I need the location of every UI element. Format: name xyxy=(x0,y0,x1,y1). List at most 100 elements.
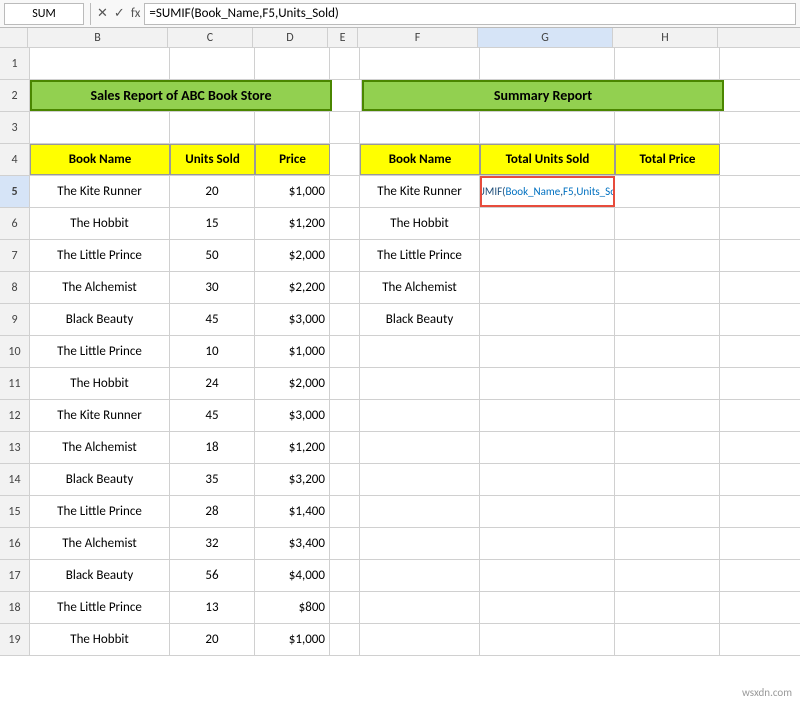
cell-b7[interactable]: The Little Prince xyxy=(30,240,170,271)
cell-b3[interactable] xyxy=(30,112,170,143)
cell-e18[interactable] xyxy=(330,592,360,623)
cell-b12[interactable]: The Kite Runner xyxy=(30,400,170,431)
cell-e15[interactable] xyxy=(330,496,360,527)
col-header-h[interactable]: H xyxy=(613,28,718,47)
cell-b5[interactable]: The Kite Runner xyxy=(30,176,170,207)
cell-b6[interactable]: The Hobbit xyxy=(30,208,170,239)
cell-h16[interactable] xyxy=(615,528,720,559)
cell-d12[interactable]: $3,000 xyxy=(255,400,330,431)
cell-c10[interactable]: 10 xyxy=(170,336,255,367)
cell-h14[interactable] xyxy=(615,464,720,495)
cell-h17[interactable] xyxy=(615,560,720,591)
cell-h7[interactable] xyxy=(615,240,720,271)
cell-f14[interactable] xyxy=(360,464,480,495)
cell-b17[interactable]: Black Beauty xyxy=(30,560,170,591)
cell-b16[interactable]: The Alchemist xyxy=(30,528,170,559)
cell-b15[interactable]: The Little Prince xyxy=(30,496,170,527)
cell-d6[interactable]: $1,200 xyxy=(255,208,330,239)
cell-c14[interactable]: 35 xyxy=(170,464,255,495)
cell-g1[interactable] xyxy=(480,48,615,79)
cell-g5[interactable]: =SUMIF(Book_Name,F5,Units_Sold) xyxy=(480,176,615,207)
cell-d10[interactable]: $1,000 xyxy=(255,336,330,367)
cell-c18[interactable]: 13 xyxy=(170,592,255,623)
cell-h13[interactable] xyxy=(615,432,720,463)
cell-f3[interactable] xyxy=(360,112,480,143)
cell-f7[interactable]: The Little Prince xyxy=(360,240,480,271)
cell-f16[interactable] xyxy=(360,528,480,559)
col-header-d[interactable]: D xyxy=(253,28,328,47)
cell-g17[interactable] xyxy=(480,560,615,591)
cell-b1[interactable] xyxy=(30,48,170,79)
cell-h9[interactable] xyxy=(615,304,720,335)
cell-g12[interactable] xyxy=(480,400,615,431)
cell-h19[interactable] xyxy=(615,624,720,655)
cell-e2[interactable] xyxy=(332,80,362,111)
cell-f15[interactable] xyxy=(360,496,480,527)
cell-f18[interactable] xyxy=(360,592,480,623)
fx-icon[interactable]: fx xyxy=(131,6,141,21)
cell-h18[interactable] xyxy=(615,592,720,623)
cell-b8[interactable]: The Alchemist xyxy=(30,272,170,303)
cell-h8[interactable] xyxy=(615,272,720,303)
cell-h11[interactable] xyxy=(615,368,720,399)
cell-d14[interactable]: $3,200 xyxy=(255,464,330,495)
cell-c9[interactable]: 45 xyxy=(170,304,255,335)
cell-g19[interactable] xyxy=(480,624,615,655)
cell-b10[interactable]: The Little Prince xyxy=(30,336,170,367)
cell-e11[interactable] xyxy=(330,368,360,399)
cell-b11[interactable]: The Hobbit xyxy=(30,368,170,399)
cell-c15[interactable]: 28 xyxy=(170,496,255,527)
cell-g9[interactable] xyxy=(480,304,615,335)
cell-g16[interactable] xyxy=(480,528,615,559)
col-header-b[interactable]: B xyxy=(28,28,168,47)
formula-input-wrapper[interactable]: =SUMIF(Book_Name,F5,Units_Sold) xyxy=(144,3,796,25)
cell-f6[interactable]: The Hobbit xyxy=(360,208,480,239)
cell-d16[interactable]: $3,400 xyxy=(255,528,330,559)
cell-h10[interactable] xyxy=(615,336,720,367)
cell-g14[interactable] xyxy=(480,464,615,495)
cell-c1[interactable] xyxy=(170,48,255,79)
col-header-f[interactable]: F xyxy=(358,28,478,47)
cell-e3[interactable] xyxy=(330,112,360,143)
cell-e17[interactable] xyxy=(330,560,360,591)
cell-f10[interactable] xyxy=(360,336,480,367)
cell-c3[interactable] xyxy=(170,112,255,143)
cell-b19[interactable]: The Hobbit xyxy=(30,624,170,655)
cell-d3[interactable] xyxy=(255,112,330,143)
cell-d7[interactable]: $2,000 xyxy=(255,240,330,271)
cell-f12[interactable] xyxy=(360,400,480,431)
cell-d19[interactable]: $1,000 xyxy=(255,624,330,655)
name-box[interactable]: SUM xyxy=(4,3,84,25)
cell-h5[interactable] xyxy=(615,176,720,207)
cell-c16[interactable]: 32 xyxy=(170,528,255,559)
cell-h3[interactable] xyxy=(615,112,720,143)
cell-f1[interactable] xyxy=(360,48,480,79)
cell-c17[interactable]: 56 xyxy=(170,560,255,591)
cell-h1[interactable] xyxy=(615,48,720,79)
cell-d8[interactable]: $2,200 xyxy=(255,272,330,303)
cell-e16[interactable] xyxy=(330,528,360,559)
cell-c6[interactable]: 15 xyxy=(170,208,255,239)
cell-c12[interactable]: 45 xyxy=(170,400,255,431)
col-header-c[interactable]: C xyxy=(168,28,253,47)
cell-b13[interactable]: The Alchemist xyxy=(30,432,170,463)
cell-c13[interactable]: 18 xyxy=(170,432,255,463)
cell-f11[interactable] xyxy=(360,368,480,399)
cell-c11[interactable]: 24 xyxy=(170,368,255,399)
cell-f17[interactable] xyxy=(360,560,480,591)
cell-h6[interactable] xyxy=(615,208,720,239)
cell-h15[interactable] xyxy=(615,496,720,527)
cell-c19[interactable]: 20 xyxy=(170,624,255,655)
cell-d9[interactable]: $3,000 xyxy=(255,304,330,335)
cell-d15[interactable]: $1,400 xyxy=(255,496,330,527)
cell-b9[interactable]: Black Beauty xyxy=(30,304,170,335)
cell-e9[interactable] xyxy=(330,304,360,335)
cell-e19[interactable] xyxy=(330,624,360,655)
cell-g6[interactable] xyxy=(480,208,615,239)
cell-e7[interactable] xyxy=(330,240,360,271)
cell-e1[interactable] xyxy=(330,48,360,79)
cell-e10[interactable] xyxy=(330,336,360,367)
col-header-g[interactable]: G xyxy=(478,28,613,47)
cancel-icon[interactable]: ✕ xyxy=(97,6,108,21)
cell-e4[interactable] xyxy=(330,144,360,175)
